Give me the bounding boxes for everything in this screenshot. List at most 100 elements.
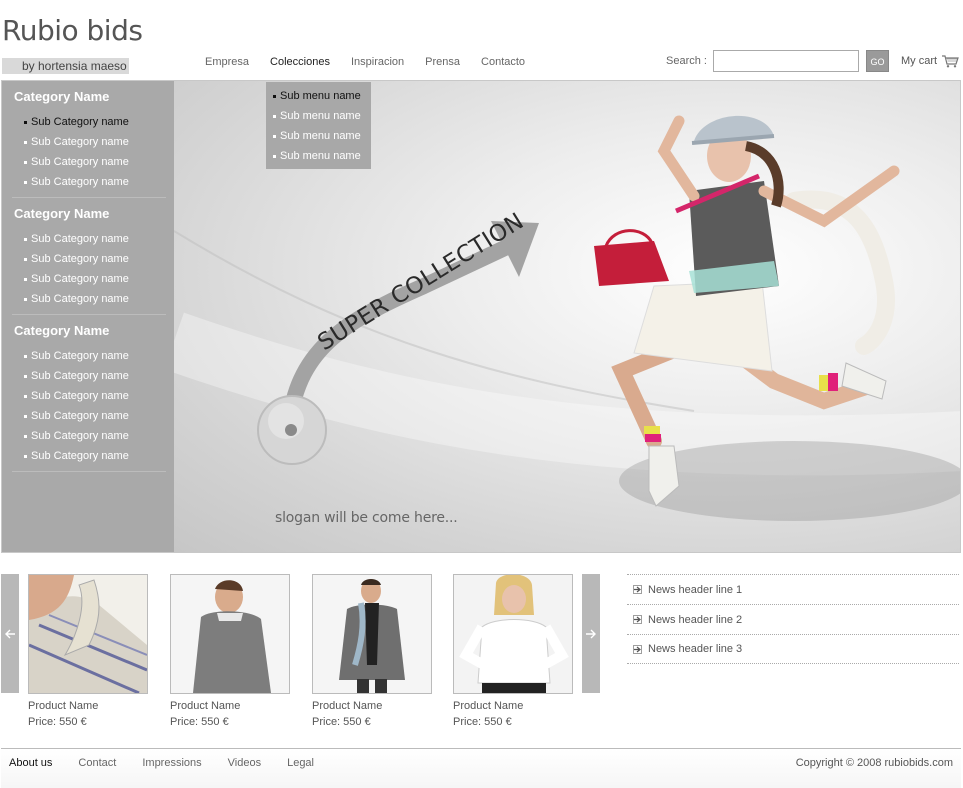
sidebar-subcategory[interactable]: Sub Category name: [14, 172, 174, 192]
subcategory-label: Sub Category name: [31, 136, 129, 148]
divider: [12, 471, 166, 472]
logo-title: Rubio bids: [2, 14, 143, 47]
logo[interactable]: Rubio bids by hortensia maeso: [2, 14, 143, 74]
cart-label: My cart: [901, 55, 938, 67]
logo-subtitle: by hortensia maeso: [2, 58, 129, 74]
arrow-bullet-icon: [633, 615, 642, 624]
sidebar-subcategory[interactable]: Sub Category name: [14, 406, 174, 426]
banner-headline: SUPER COLLECTION: [313, 208, 528, 356]
footer-link-contact[interactable]: Contact: [78, 757, 116, 769]
search-input[interactable]: [713, 50, 859, 72]
product-name[interactable]: Product Name: [170, 700, 290, 712]
sidebar-subcategory[interactable]: Sub Category name: [14, 366, 174, 386]
product-image[interactable]: [170, 574, 290, 694]
subcategory-label: Sub Category name: [31, 253, 129, 265]
subcategory-label: Sub Category name: [31, 390, 129, 402]
nav-item-inspiracion[interactable]: Inspiracion: [351, 56, 404, 68]
sidebar-subcategory[interactable]: Sub Category name: [14, 426, 174, 446]
product-price: Price: 550 €: [312, 716, 371, 728]
footer-nav: About us Contact Impressions Videos Lega…: [9, 757, 340, 769]
copyright-text: Copyright © 2008 rubiobids.com: [795, 757, 953, 769]
sidebar-subcategory[interactable]: Sub Category name: [14, 386, 174, 406]
category-title[interactable]: Category Name: [14, 323, 174, 343]
footer: About us Contact Impressions Videos Lega…: [1, 748, 961, 788]
search-label: Search :: [666, 55, 707, 67]
arrow-bullet-icon: [633, 644, 642, 654]
search-go-button[interactable]: GO: [866, 50, 889, 72]
subcategory-label: Sub Category name: [31, 273, 129, 285]
subcategory-label: Sub Category name: [31, 176, 129, 188]
news-list: News header line 1 News header line 2 Ne…: [627, 574, 959, 664]
banner-slogan: slogan will be come here...: [275, 510, 458, 526]
category-group: Category Name Sub Category name Sub Cate…: [2, 323, 174, 466]
cart-icon: [942, 55, 959, 68]
divider: [12, 314, 166, 315]
sidebar-subcategory[interactable]: Sub Category name: [14, 249, 174, 269]
arrow-bullet-icon: [633, 585, 642, 594]
nav-item-empresa[interactable]: Empresa: [205, 56, 249, 68]
sidebar-subcategory[interactable]: Sub Category name: [14, 346, 174, 366]
submenu-item[interactable]: Sub menu name: [266, 86, 371, 106]
news-item[interactable]: News header line 1: [627, 574, 959, 604]
product-name[interactable]: Product Name: [453, 700, 573, 712]
nav-item-prensa[interactable]: Prensa: [425, 56, 460, 68]
footer-link-legal[interactable]: Legal: [287, 757, 314, 769]
submenu-item[interactable]: Sub menu name: [266, 106, 371, 126]
product-price: Price: 550 €: [170, 716, 229, 728]
colecciones-submenu: Sub menu name Sub menu name Sub menu nam…: [266, 82, 371, 169]
subcategory-label: Sub Category name: [31, 370, 129, 382]
subcategory-label: Sub Category name: [31, 410, 129, 422]
news-title: News header line 3: [648, 643, 743, 655]
product-image[interactable]: [453, 574, 573, 694]
sidebar-subcategory[interactable]: Sub Category name: [14, 289, 174, 309]
news-item[interactable]: News header line 2: [627, 604, 959, 634]
cart-link[interactable]: My cart: [901, 54, 959, 68]
product-name[interactable]: Product Name: [312, 700, 432, 712]
subcategory-label: Sub Category name: [31, 116, 129, 128]
subcategory-label: Sub Category name: [31, 350, 129, 362]
carousel-next-button[interactable]: [582, 574, 600, 693]
submenu-item[interactable]: Sub menu name: [266, 126, 371, 146]
product-price: Price: 550 €: [28, 716, 87, 728]
product-photo: [29, 575, 147, 693]
product-photo: [171, 575, 289, 693]
footer-link-about[interactable]: About us: [9, 757, 52, 769]
arrow-right-icon: [586, 629, 596, 638]
subcategory-label: Sub Category name: [31, 430, 129, 442]
product-photo: [454, 575, 572, 693]
product-name[interactable]: Product Name: [28, 700, 148, 712]
footer-link-videos[interactable]: Videos: [228, 757, 261, 769]
divider: [12, 197, 166, 198]
nav-item-colecciones[interactable]: Colecciones: [270, 56, 330, 68]
category-title[interactable]: Category Name: [14, 89, 174, 109]
news-title: News header line 1: [648, 583, 743, 596]
product-image[interactable]: [312, 574, 432, 694]
product-card[interactable]: Product Name Price: 550 €: [453, 574, 573, 728]
subcategory-label: Sub Category name: [31, 156, 129, 168]
category-title[interactable]: Category Name: [14, 206, 174, 226]
product-card[interactable]: Product Name Price: 550 €: [28, 574, 148, 728]
submenu-item[interactable]: Sub menu name: [266, 146, 371, 166]
sidebar-subcategory[interactable]: Sub Category name: [14, 446, 174, 466]
sidebar-subcategory[interactable]: Sub Category name: [14, 112, 174, 132]
product-card[interactable]: Product Name Price: 550 €: [170, 574, 290, 728]
sidebar-subcategory[interactable]: Sub Category name: [14, 132, 174, 152]
sidebar-subcategory[interactable]: Sub Category name: [14, 229, 174, 249]
news-item[interactable]: News header line 3: [627, 634, 959, 664]
subcategory-label: Sub Category name: [31, 450, 129, 462]
product-photo: [313, 575, 431, 693]
subcategory-label: Sub Category name: [31, 293, 129, 305]
product-card[interactable]: Product Name Price: 550 €: [312, 574, 432, 728]
main-area: Category Name Sub Category name Sub Cate…: [1, 80, 961, 553]
category-sidebar: Category Name Sub Category name Sub Cate…: [2, 81, 174, 552]
product-image[interactable]: [28, 574, 148, 694]
nav-item-contacto[interactable]: Contacto: [481, 56, 525, 68]
sidebar-subcategory[interactable]: Sub Category name: [14, 152, 174, 172]
news-title: News header line 2: [648, 613, 743, 626]
subcategory-label: Sub Category name: [31, 233, 129, 245]
sidebar-subcategory[interactable]: Sub Category name: [14, 269, 174, 289]
footer-link-impressions[interactable]: Impressions: [142, 757, 201, 769]
carousel-prev-button[interactable]: [1, 574, 19, 693]
category-group: Category Name Sub Category name Sub Cate…: [2, 89, 174, 192]
product-price: Price: 550 €: [453, 716, 512, 728]
